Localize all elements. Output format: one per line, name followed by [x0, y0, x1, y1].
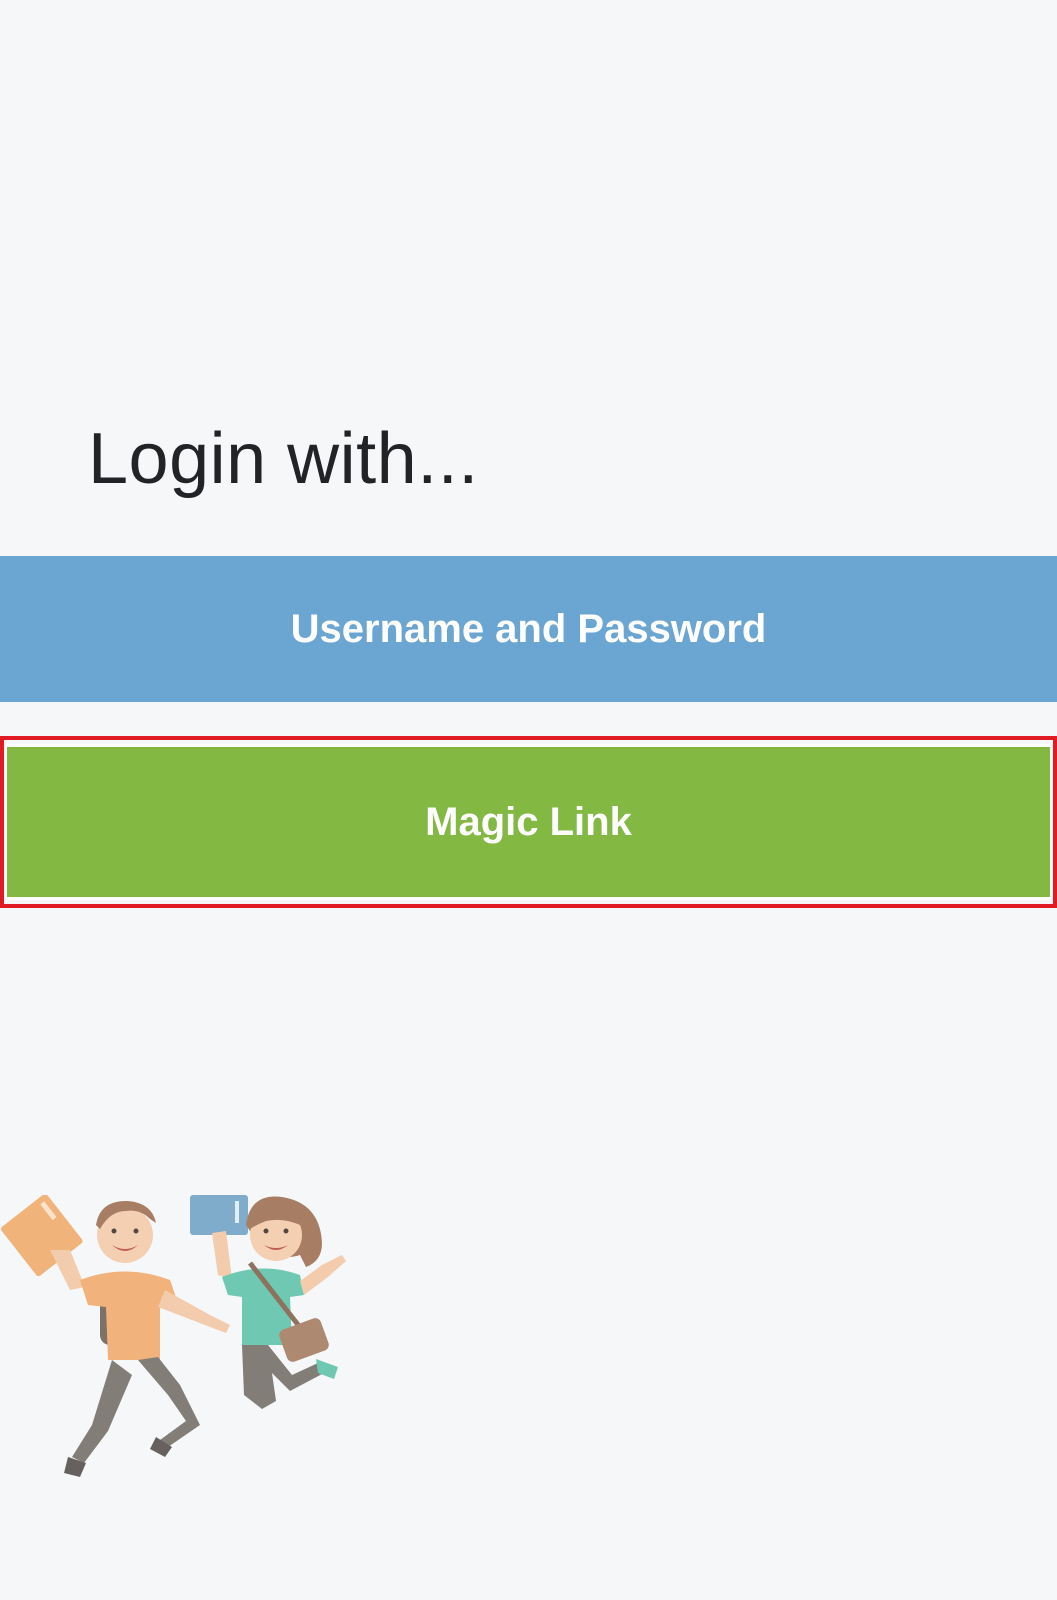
magic-link-highlight-frame: Magic Link [0, 736, 1057, 908]
login-screen: Login with... Username and Password Magi… [0, 0, 1057, 1600]
jumping-students-illustration [1, 1195, 346, 1477]
blue-book-icon [190, 1195, 248, 1235]
username-password-button[interactable]: Username and Password [0, 556, 1057, 702]
magic-link-button[interactable]: Magic Link [7, 744, 1050, 900]
login-title: Login with... [88, 419, 479, 499]
